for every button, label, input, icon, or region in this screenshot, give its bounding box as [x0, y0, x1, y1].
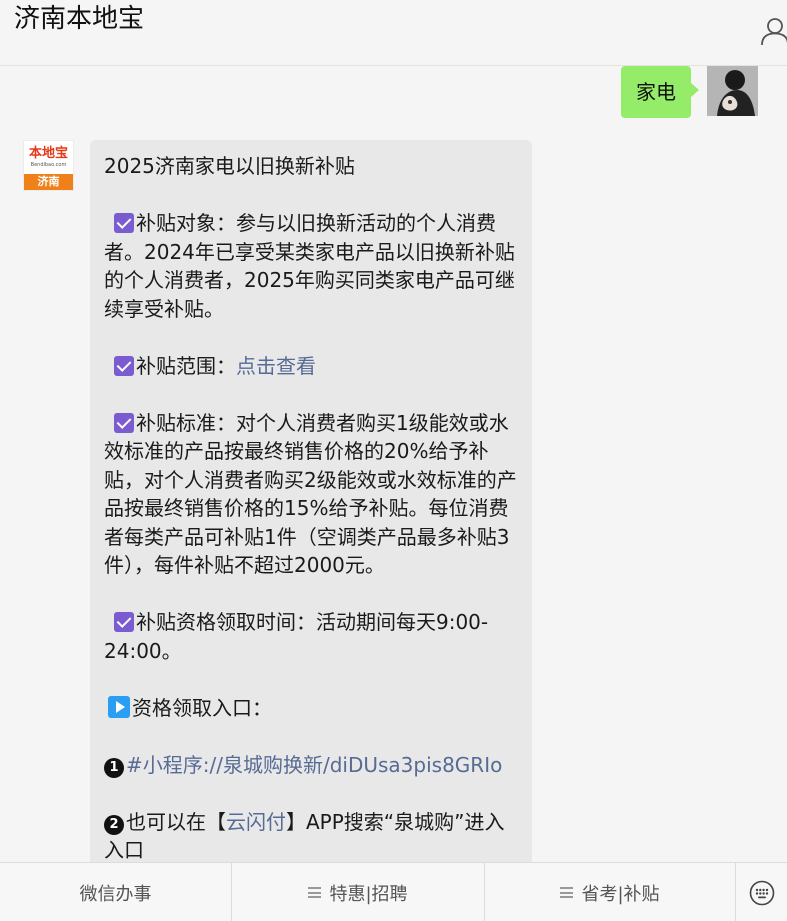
bot-message-bubble: 2025济南家电以旧换新补贴 补贴对象：参与以旧换新活动的个人消费者。2024年…	[90, 140, 532, 870]
logo-site: Bendibao.com	[30, 162, 67, 168]
logo-top: 本地宝 Bendibao.com	[24, 141, 73, 174]
top-bar: 济南本地宝	[0, 0, 787, 66]
play-icon	[108, 695, 130, 718]
menu-tab-label: 微信办事	[79, 883, 152, 905]
person-icon[interactable]	[759, 16, 787, 46]
official-account-avatar[interactable]: 本地宝 Bendibao.com 济南	[23, 140, 74, 191]
entry-one: 1 #小程序://泉城购换新/diDUsa3pis8GRIo	[104, 751, 518, 780]
chat-title: 济南本地宝	[14, 4, 145, 34]
subsidy-time-text: 补贴资格领取时间：活动期间每天9:00-24:00。	[104, 610, 489, 663]
menu-tab-label: 省考|补贴	[581, 883, 660, 905]
message-title: 2025济南家电以旧换新补贴	[104, 154, 355, 178]
subsidy-target: 补贴对象：参与以旧换新活动的个人消费者。2024年已享受某类家电产品以旧换新补贴…	[104, 209, 518, 323]
menu-tab-exam-subsidy[interactable]: 省考|补贴	[485, 863, 736, 921]
logo-brand: 本地宝	[28, 146, 68, 161]
number-two-icon: 2	[104, 814, 124, 835]
check-box-icon	[114, 412, 134, 433]
subsidy-standard-text: 补贴标准：对个人消费者购买1级能效或水效标准的产品按最终销售价格的20%给予补贴…	[104, 410, 517, 578]
check-box-icon	[114, 355, 134, 376]
user-message-text: 家电	[636, 80, 676, 104]
check-box-icon	[114, 612, 134, 632]
user-message-bubble[interactable]: 家电	[621, 66, 699, 118]
subsidy-scope-label: 补贴范围：	[136, 353, 236, 378]
menu-tab-label: 特惠|招聘	[329, 883, 408, 905]
entry-title: 资格领取入口：	[104, 694, 518, 723]
menu-lines-icon	[560, 887, 574, 898]
menu-tab-wechat-services[interactable]: 微信办事	[0, 863, 232, 921]
subsidy-standard: 补贴标准：对个人消费者购买1级能效或水效标准的产品按最终销售价格的20%给予补贴…	[104, 409, 518, 580]
entry-title-text: 资格领取入口：	[132, 695, 272, 720]
subsidy-time: 补贴资格领取时间：活动期间每天9:00-24:00。	[104, 608, 518, 665]
user-avatar[interactable]	[707, 66, 758, 116]
keyboard-icon[interactable]	[736, 863, 787, 921]
menu-tab-deals-jobs[interactable]: 特惠|招聘	[232, 863, 485, 921]
number-one-icon: 1	[104, 757, 124, 778]
entry-two: 2 也可以在【云闪付】APP搜索“泉城购”进入入口	[104, 808, 518, 865]
logo-city: 济南	[24, 174, 73, 190]
mini-program-link[interactable]: #小程序://泉城购换新/diDUsa3pis8GRIo	[126, 753, 502, 777]
scope-link[interactable]: 点击查看	[236, 354, 316, 378]
check-box-icon	[114, 213, 134, 233]
entry-two-prefix: 也可以在【	[126, 809, 226, 834]
menu-lines-icon	[308, 887, 322, 898]
subsidy-target-text: 补贴对象：参与以旧换新活动的个人消费者。2024年已享受某类家电产品以旧换新补贴…	[104, 211, 515, 321]
subsidy-scope: 补贴范围：点击查看	[104, 352, 518, 381]
unionpay-link[interactable]: 云闪付	[226, 810, 286, 834]
bottom-menu: 微信办事 特惠|招聘 省考|补贴	[0, 862, 787, 921]
